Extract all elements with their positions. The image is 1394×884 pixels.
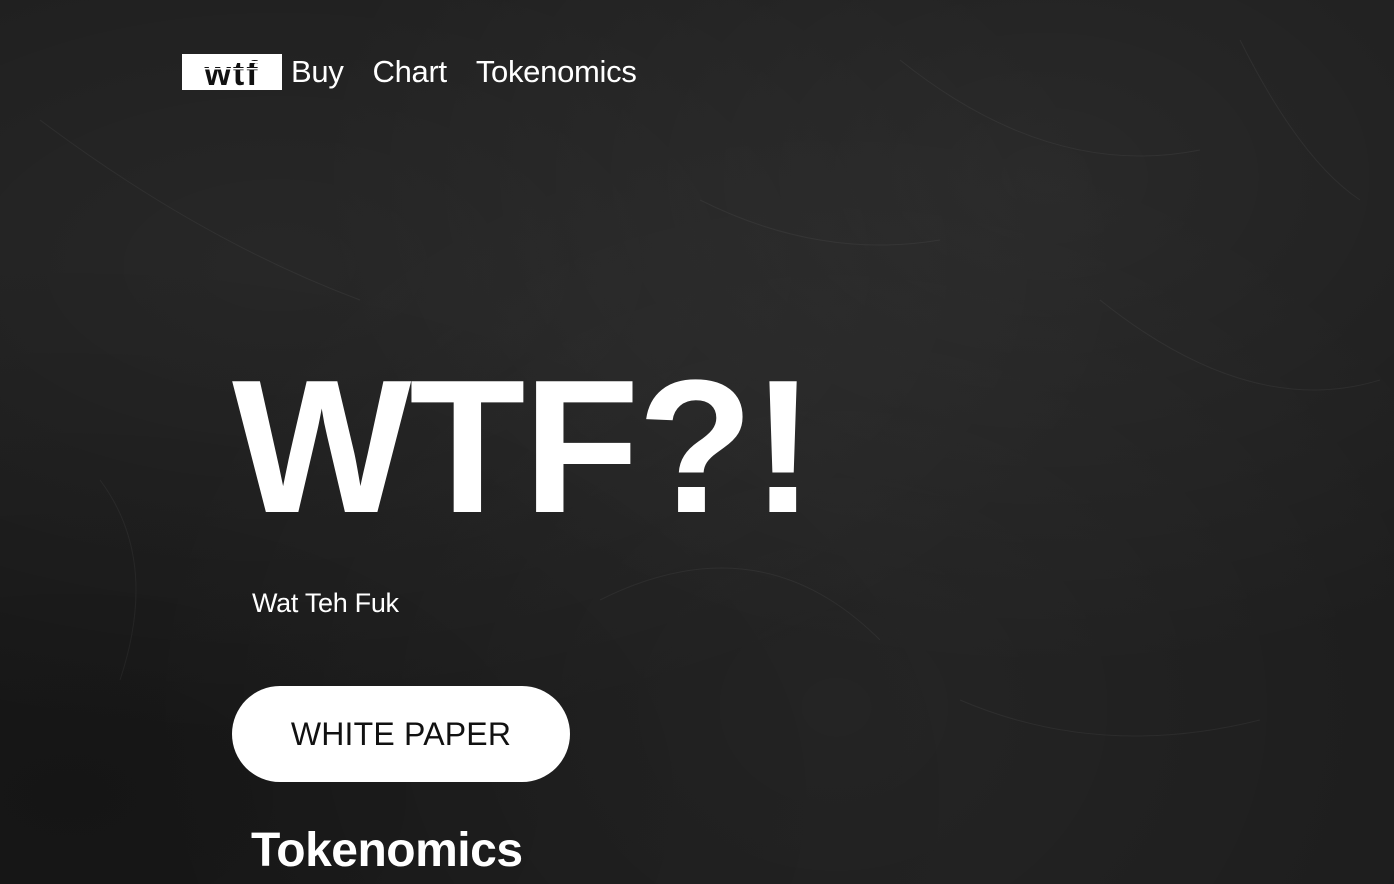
tokenomics-heading: Tokenomics [251, 824, 523, 877]
hero-subtitle: Wat Teh Fuk [252, 588, 399, 618]
logo-text: wtf [203, 55, 259, 90]
nav-link-tokenomics[interactable]: Tokenomics [476, 52, 637, 92]
nav-link-buy[interactable]: Buy [291, 52, 344, 92]
nav-link-chart[interactable]: Chart [373, 52, 448, 92]
top-nav: wtf Buy Chart Tokenomics [182, 52, 637, 92]
wtf-logo-icon[interactable]: wtf [182, 54, 282, 90]
white-paper-button[interactable]: WHITE PAPER [232, 686, 570, 782]
hero-title: WTF?! [232, 341, 815, 553]
